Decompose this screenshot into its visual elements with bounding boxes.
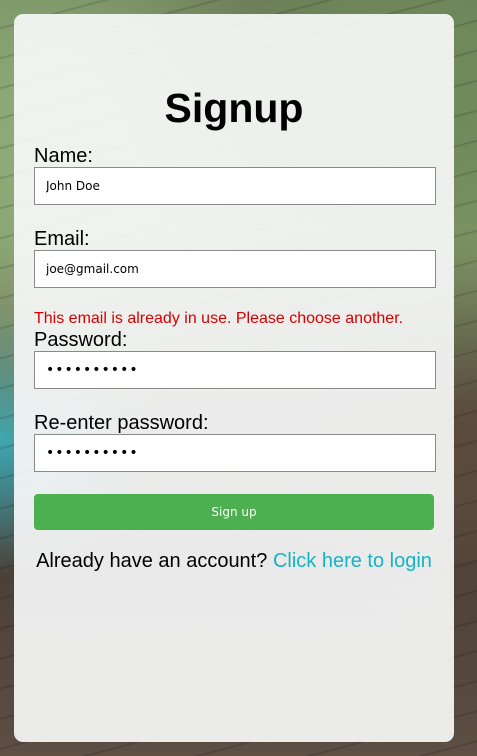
reenter-password-input[interactable] [34, 434, 436, 472]
email-label: Email: [34, 228, 90, 250]
email-input[interactable] [34, 250, 436, 288]
login-prompt: Already have an account? Click here to l… [14, 549, 454, 573]
password-label: Password: [34, 329, 128, 351]
email-error-message: This email is already in use. Please cho… [34, 310, 404, 327]
reenter-password-label: Re-enter password: [34, 412, 209, 434]
login-prompt-text: Already have an account? [36, 550, 268, 572]
signup-card: Signup Name: Email: This email is alread… [14, 14, 454, 742]
signup-button[interactable]: Sign up [34, 494, 434, 530]
page-title: Signup [164, 85, 304, 131]
login-link[interactable]: Click here to login [273, 550, 432, 572]
name-label: Name: [34, 145, 93, 167]
password-input[interactable] [34, 351, 436, 389]
name-input[interactable] [34, 167, 436, 205]
